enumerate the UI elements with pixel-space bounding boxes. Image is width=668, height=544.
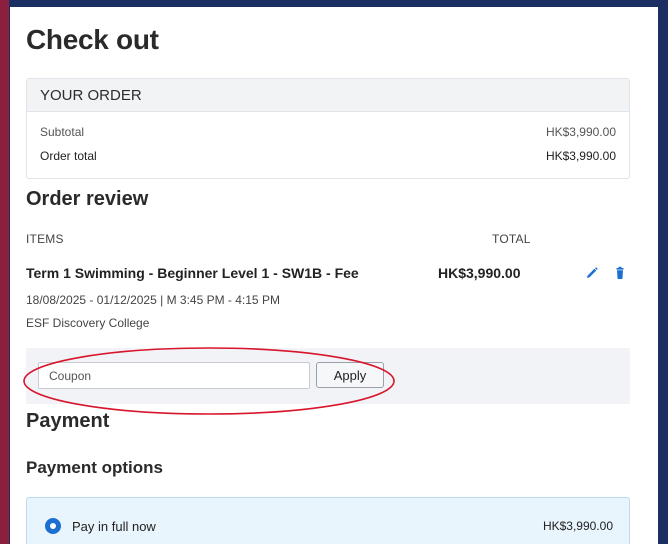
radio-selected-icon[interactable] — [45, 518, 61, 534]
item-name: Term 1 Swimming - Beginner Level 1 - SW1… — [26, 265, 359, 281]
pay-option-amount: HK$3,990.00 — [542, 519, 613, 533]
page-title: Check out — [26, 24, 159, 55]
apply-coupon-button[interactable]: Apply — [316, 362, 384, 388]
order-total-row: Order total HK$3,990.00 — [40, 149, 616, 163]
order-review-heading: Order review — [26, 188, 149, 210]
subtotal-row: Subtotal HK$3,990.00 — [40, 125, 616, 139]
checkout-panel: Check out YOUR ORDER Subtotal HK$3,990.0… — [10, 7, 658, 544]
left-accent-stripe — [0, 0, 9, 544]
item-price: HK$3,990.00 — [438, 265, 521, 281]
pay-in-full-option[interactable]: Pay in full now HK$3,990.00 — [26, 497, 630, 544]
payment-options-heading: Payment options — [26, 458, 163, 477]
order-total-label: Order total — [40, 149, 97, 163]
total-column-header: TOTAL — [492, 232, 531, 246]
edit-pencil-icon[interactable] — [584, 265, 600, 281]
trash-icon[interactable] — [612, 265, 628, 281]
order-summary-box: YOUR ORDER Subtotal HK$3,990.00 Order to… — [26, 78, 630, 179]
coupon-section: Apply — [26, 348, 630, 404]
subtotal-label: Subtotal — [40, 125, 85, 139]
subtotal-value: HK$3,990.00 — [545, 125, 616, 139]
coupon-input[interactable] — [38, 362, 310, 389]
items-column-header: ITEMS — [26, 232, 64, 246]
order-total-value: HK$3,990.00 — [545, 149, 616, 163]
item-venue: ESF Discovery College — [26, 316, 150, 330]
order-summary-heading: YOUR ORDER — [27, 79, 629, 112]
pay-option-label: Pay in full now — [72, 519, 156, 534]
payment-heading: Payment — [26, 410, 110, 432]
item-schedule: 18/08/2025 - 01/12/2025 | M 3:45 PM - 4:… — [26, 293, 280, 307]
